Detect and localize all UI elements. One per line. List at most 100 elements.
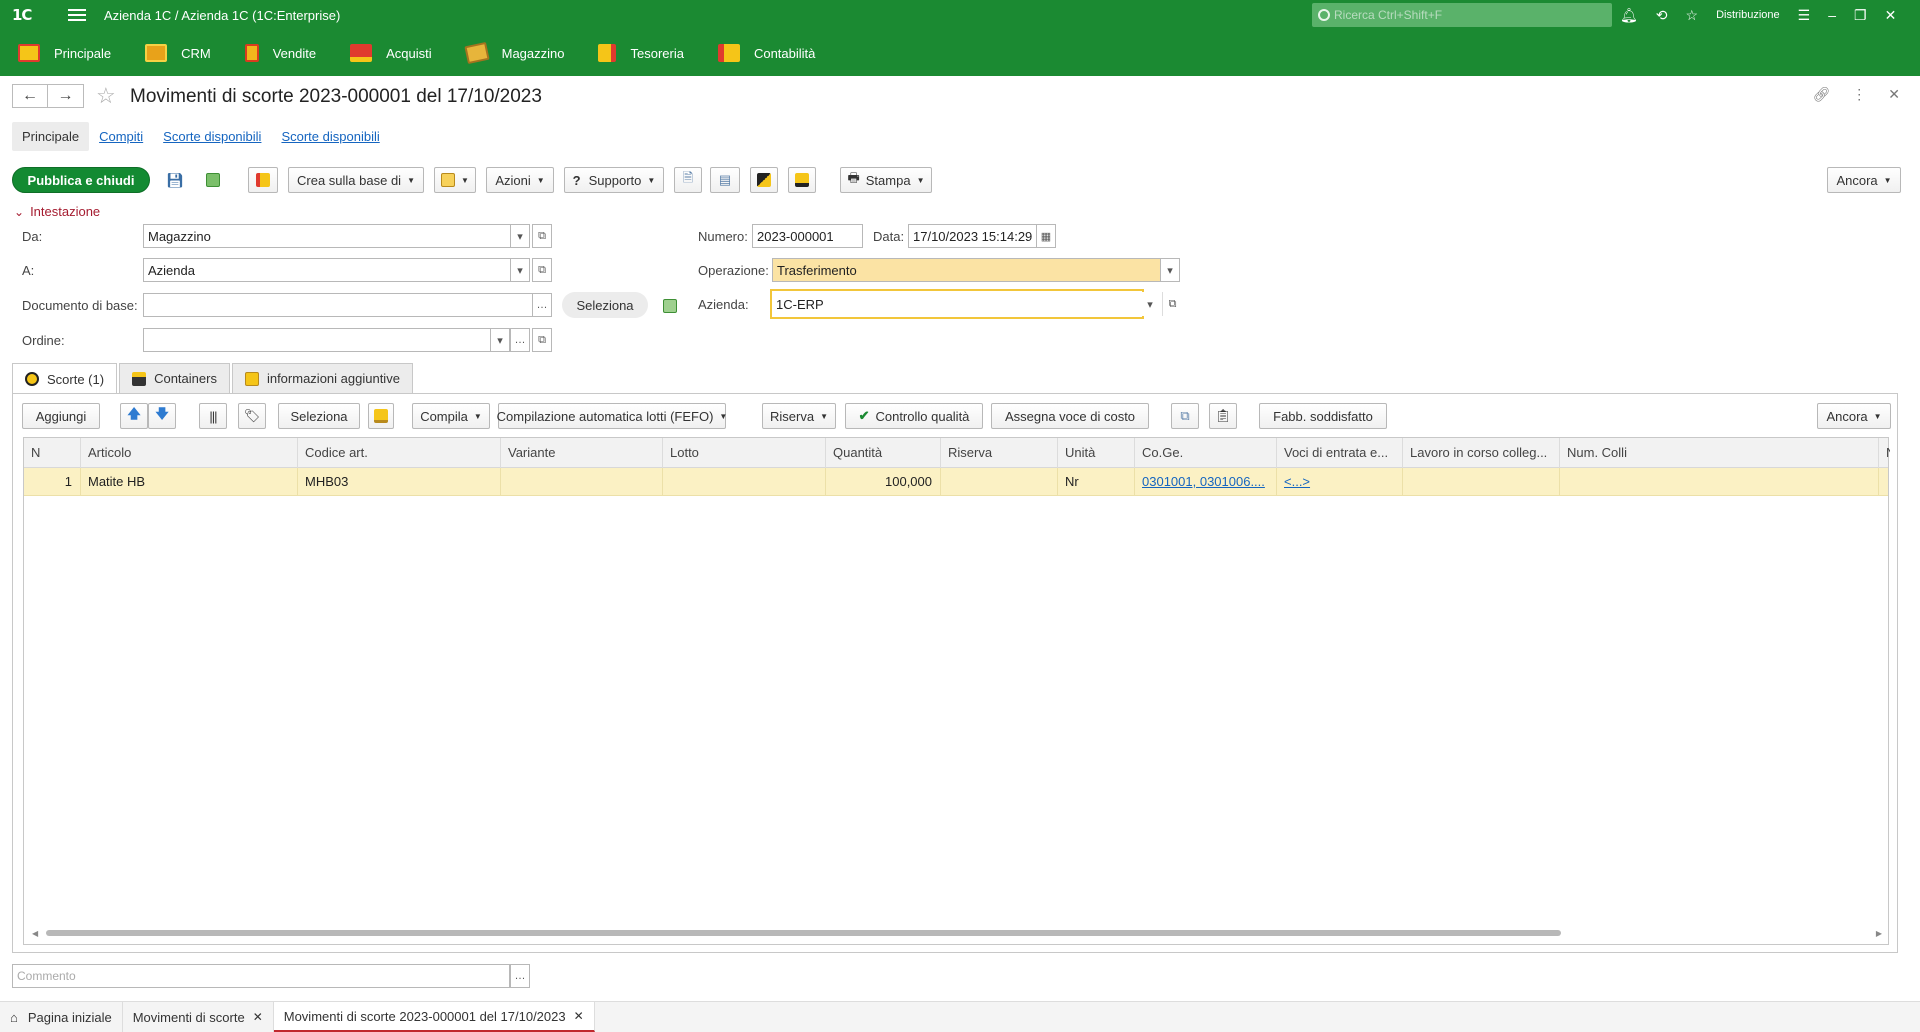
section-principale[interactable]: Principale	[18, 44, 111, 62]
move-up-button[interactable]: 🡅	[120, 403, 148, 429]
col-voci[interactable]: Voci di entrata e...	[1277, 438, 1403, 468]
order-field[interactable]	[143, 328, 492, 352]
paste-rows-button[interactable]: 📋︎	[1209, 403, 1237, 429]
save-button[interactable]: 💾︎	[162, 167, 188, 193]
number-field[interactable]: 2023-000001	[752, 224, 863, 248]
col-riserva[interactable]: Riserva	[941, 438, 1058, 468]
section-acquisti[interactable]: Acquisti	[350, 44, 432, 62]
stock-movements-list-tab[interactable]: Movimenti di scorte ✕	[123, 1002, 274, 1032]
order-open-button[interactable]	[532, 328, 552, 352]
from-dropdown-button[interactable]	[510, 224, 530, 248]
more-vert-icon[interactable]: ⋮	[1852, 86, 1866, 103]
favorites-star-icon[interactable]: ☆	[1686, 7, 1699, 24]
comment-field[interactable]: Commento	[12, 964, 510, 988]
cell-colli[interactable]	[1560, 468, 1879, 496]
minimize-icon[interactable]: –	[1828, 7, 1836, 23]
cell-riserva[interactable]	[941, 468, 1058, 496]
link-icon[interactable]: 🔗︎	[1812, 86, 1830, 103]
cell-lotto[interactable]	[663, 468, 826, 496]
tab-scorte[interactable]: Scorte (1)	[12, 363, 118, 394]
cell-lavoro[interactable]	[1403, 468, 1560, 496]
company-dropdown-button[interactable]	[1140, 292, 1160, 316]
document-report-button[interactable]: 🗎	[674, 167, 702, 193]
date-field[interactable]: 17/10/2023 15:14:29	[908, 224, 1038, 248]
fill-button[interactable]: Compila ▼	[412, 403, 490, 429]
close-tab-icon[interactable]: ✕	[574, 1009, 584, 1023]
scroll-left-arrow[interactable]: ◀	[32, 929, 38, 938]
history-icon[interactable]: ⟲	[1656, 7, 1668, 24]
order-select-button[interactable]	[510, 328, 530, 352]
form-tab-scorte-disponibili[interactable]: Scorte disponibili	[153, 122, 271, 151]
need-satisfied-button[interactable]: Fabb. soddisfatto	[1259, 403, 1387, 429]
actions-button[interactable]: Azioni ▼	[486, 167, 554, 193]
col-n[interactable]: N	[24, 438, 81, 468]
operation-field[interactable]: Trasferimento	[772, 258, 1162, 282]
quality-control-button[interactable]: ✔ Controllo qualità	[845, 403, 983, 429]
user-menu[interactable]: Distribuzione	[1716, 9, 1780, 21]
related-docs-button[interactable]	[248, 167, 278, 193]
support-button[interactable]: ? Supporto ▼	[564, 167, 664, 193]
stock-table[interactable]: N Articolo Codice art. Variante Lotto Qu…	[23, 437, 1890, 945]
from-open-button[interactable]	[532, 224, 552, 248]
fefo-fill-button[interactable]: Compilazione automatica lotti (FEFO) ▼	[497, 403, 727, 429]
table-row[interactable]: 1 Matite HB MHB03 100,000 Nr 0301001, 03…	[24, 468, 1888, 496]
print-button[interactable]: 🖶 Stampa ▼	[840, 167, 932, 193]
bell-icon[interactable]: 🔔︎	[1620, 7, 1638, 24]
section-tesoreria[interactable]: Tesoreria	[598, 44, 684, 62]
barcode-button[interactable]: |||	[199, 403, 227, 429]
col-colli[interactable]: Num. Colli	[1560, 438, 1879, 468]
cell-coge-link[interactable]: 0301001, 0301006....	[1135, 468, 1277, 496]
restore-icon[interactable]: ❐	[1854, 7, 1867, 24]
section-magazzino[interactable]: Magazzino	[463, 41, 564, 65]
col-quantita[interactable]: Quantità	[826, 438, 941, 468]
settings-menu-icon[interactable]: ☰	[1798, 7, 1811, 24]
header-group-toggle[interactable]: ⌄ Intestazione	[14, 204, 100, 219]
main-menu-icon[interactable]	[68, 9, 86, 21]
section-vendite[interactable]: Vendite	[244, 44, 316, 62]
from-field[interactable]: Magazzino	[143, 224, 512, 248]
create-based-on-button[interactable]: Crea sulla base di ▼	[288, 167, 424, 193]
col-coge[interactable]: Co.Ge.	[1135, 438, 1277, 468]
table-view-button[interactable]: ▤	[710, 167, 740, 193]
close-form-icon[interactable]: ✕	[1888, 86, 1900, 103]
cell-codice[interactable]: MHB03	[298, 468, 501, 496]
col-codice[interactable]: Codice art.	[298, 438, 501, 468]
col-lavoro[interactable]: Lavoro in corso colleg...	[1403, 438, 1560, 468]
company-field[interactable]: 1C-ERP	[770, 289, 1144, 319]
col-unita[interactable]: Unità	[1058, 438, 1135, 468]
col-variante[interactable]: Variante	[501, 438, 663, 468]
post-and-close-button[interactable]: Pubblica e chiudi	[12, 167, 150, 193]
select-base-button[interactable]: Seleziona	[562, 292, 648, 318]
attachments-button[interactable]: ▼	[434, 167, 476, 193]
post-button[interactable]	[200, 167, 226, 193]
back-button[interactable]: ←	[12, 84, 48, 108]
copy-rows-button[interactable]: ⧉	[1171, 403, 1199, 429]
cell-unita[interactable]: Nr	[1058, 468, 1135, 496]
structure-button[interactable]	[750, 167, 778, 193]
select-items-button[interactable]: Seleziona	[278, 403, 360, 429]
form-tab-scorte-disponibili-2[interactable]: Scorte disponibili	[271, 122, 389, 151]
reserve-button[interactable]: Riserva ▼	[762, 403, 836, 429]
add-row-button[interactable]: Aggiungi	[22, 403, 100, 429]
tag-button[interactable]: 🏷︎	[238, 403, 266, 429]
import-button[interactable]	[368, 403, 394, 429]
forward-button[interactable]: →	[48, 84, 84, 108]
form-tab-principale[interactable]: Principale	[12, 122, 90, 151]
company-open-button[interactable]	[1162, 292, 1182, 316]
cell-voci-link[interactable]: <...>	[1277, 468, 1403, 496]
assign-cost-item-button[interactable]: Assegna voce di costo	[991, 403, 1149, 429]
to-dropdown-button[interactable]	[510, 258, 530, 282]
table-more-button[interactable]: Ancora ▼	[1817, 403, 1891, 429]
close-tab-icon[interactable]: ✕	[253, 1010, 263, 1024]
cell-articolo[interactable]: Matite HB	[81, 468, 298, 496]
to-open-button[interactable]	[532, 258, 552, 282]
operation-dropdown-button[interactable]	[1160, 258, 1180, 282]
stock-movement-document-tab[interactable]: Movimenti di scorte 2023-000001 del 17/1…	[273, 1002, 595, 1032]
comment-expand-button[interactable]	[510, 964, 530, 988]
to-field[interactable]: Azienda	[143, 258, 512, 282]
order-dropdown-button[interactable]	[490, 328, 510, 352]
base-document-select-button[interactable]	[532, 293, 552, 317]
base-document-field[interactable]	[143, 293, 534, 317]
global-search-input[interactable]: Ricerca Ctrl+Shift+F	[1312, 3, 1612, 27]
cell-variante[interactable]	[501, 468, 663, 496]
